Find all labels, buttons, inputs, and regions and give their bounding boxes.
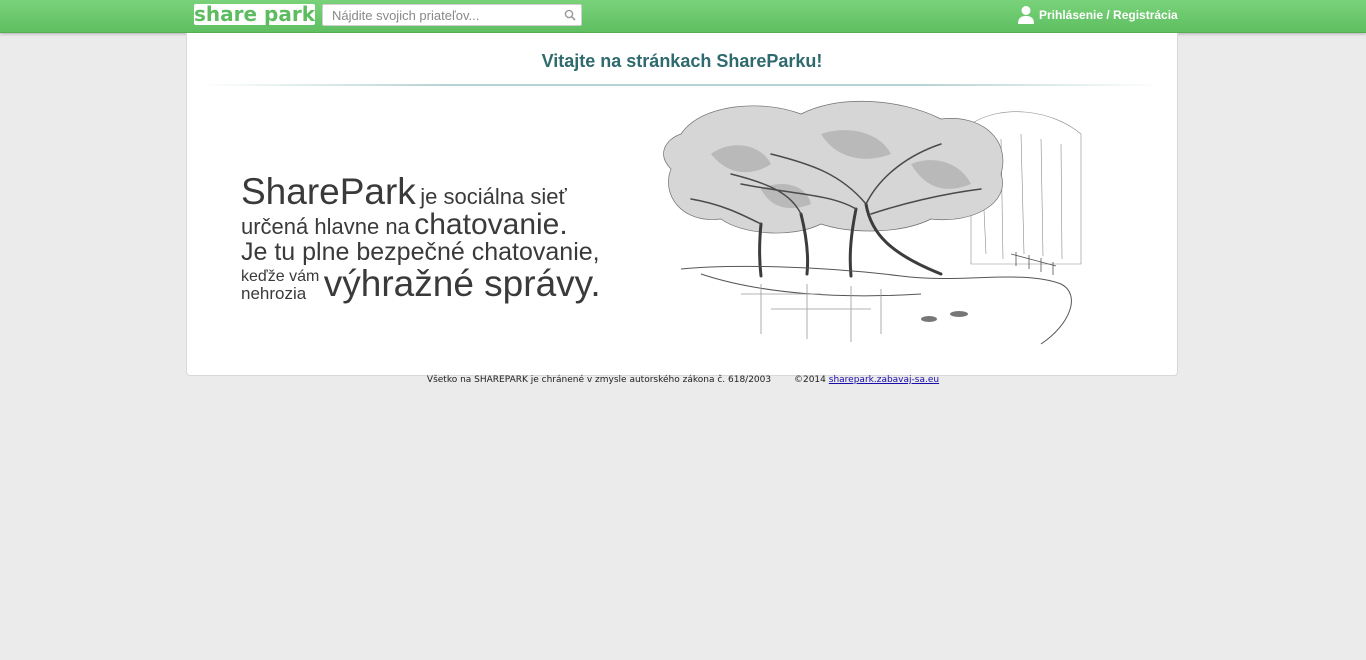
tagline-intended-for: určená hlavne na xyxy=(241,214,410,239)
copyright-notice: Všetko na SHAREPARK je chránené v zmysle… xyxy=(426,375,772,385)
search-icon[interactable] xyxy=(564,9,576,21)
sharepark-logo[interactable]: share park xyxy=(194,4,315,25)
welcome-panel: Vitajte na stránkach ShareParku! SharePa… xyxy=(186,33,1178,376)
tagline-word-art: SharePark je sociálna sieť určená hlavne… xyxy=(241,173,611,302)
tagline-threat-messages: výhražné správy. xyxy=(323,263,601,304)
footer: Všetko na SHAREPARK je chránené v zmysle… xyxy=(0,375,1366,385)
title-divider xyxy=(201,84,1163,86)
tagline-not-threatened: nehrozia xyxy=(241,284,307,303)
copyright-year: ©2014 xyxy=(793,375,826,385)
top-navigation-bar: share park Prihlásenie / Registrácia xyxy=(0,0,1366,33)
search-input[interactable] xyxy=(323,5,561,25)
site-link[interactable]: sharepark.zabavaj-sa.eu xyxy=(829,375,939,385)
tagline-social-network: je sociálna sieť xyxy=(420,184,567,209)
login-register-link[interactable]: Prihlásenie / Registrácia xyxy=(1017,5,1178,25)
park-sketch-illustration xyxy=(641,94,1086,366)
tagline-since-you: keďže vám xyxy=(241,268,320,285)
user-icon xyxy=(1018,6,1034,24)
page-title: Vitajte na stránkach ShareParku! xyxy=(541,51,823,71)
tagline-safe-chatting: Je tu plne bezpečné chatovanie, xyxy=(241,238,600,266)
tagline-sharepark: SharePark xyxy=(241,171,416,212)
tagline-chatting: chatovanie. xyxy=(414,208,568,241)
friend-search-box xyxy=(322,4,582,26)
login-register-label: Prihlásenie / Registrácia xyxy=(1039,8,1178,22)
